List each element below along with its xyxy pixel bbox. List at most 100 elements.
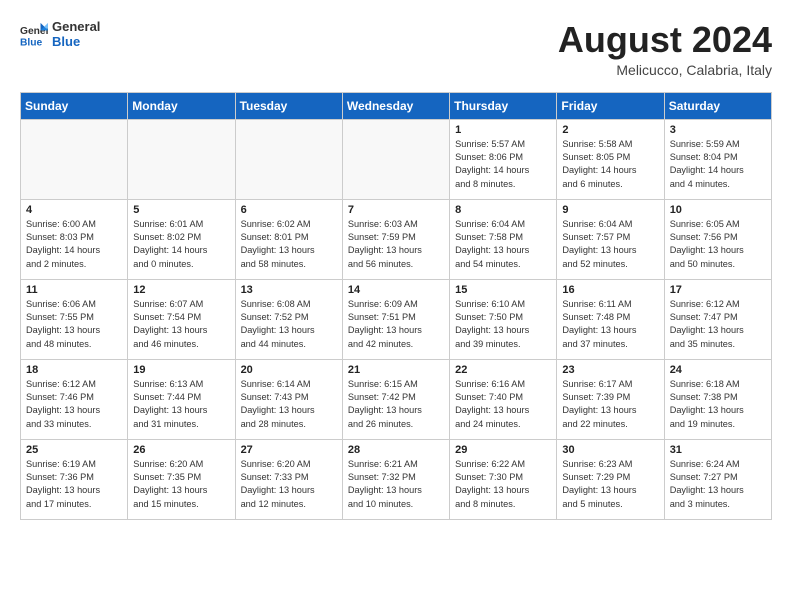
svg-text:Blue: Blue [20, 37, 43, 48]
day-info: Sunrise: 6:12 AM Sunset: 7:47 PM Dayligh… [670, 298, 766, 351]
day-info: Sunrise: 5:59 AM Sunset: 8:04 PM Dayligh… [670, 138, 766, 191]
day-info: Sunrise: 6:09 AM Sunset: 7:51 PM Dayligh… [348, 298, 444, 351]
page: General Blue General Blue August 2024 Me… [0, 0, 792, 530]
day-number: 28 [348, 444, 444, 456]
day-number: 15 [455, 284, 551, 296]
calendar-cell: 6 Sunrise: 6:02 AM Sunset: 8:01 PM Daylig… [235, 199, 342, 279]
day-info: Sunrise: 6:14 AM Sunset: 7:43 PM Dayligh… [241, 378, 337, 431]
calendar-table: SundayMondayTuesdayWednesdayThursdayFrid… [20, 92, 772, 520]
calendar-week-1: 1 Sunrise: 5:57 AM Sunset: 8:06 PM Daylig… [21, 119, 772, 199]
day-number: 2 [562, 124, 658, 136]
day-number: 22 [455, 364, 551, 376]
location: Melicucco, Calabria, Italy [558, 62, 772, 78]
calendar-cell: 20 Sunrise: 6:14 AM Sunset: 7:43 PM Dayli… [235, 359, 342, 439]
calendar-cell: 23Sunrise: 6:17 AM Sunset: 7:39 PM Dayli… [557, 359, 664, 439]
day-info: Sunrise: 6:11 AM Sunset: 7:48 PM Dayligh… [562, 298, 658, 351]
day-info: Sunrise: 6:06 AM Sunset: 7:55 PM Dayligh… [26, 298, 122, 351]
day-number: 1 [455, 124, 551, 136]
calendar-cell: 2Sunrise: 5:58 AM Sunset: 8:05 PM Daylig… [557, 119, 664, 199]
logo-general: General [52, 20, 100, 35]
day-number: 29 [455, 444, 551, 456]
calendar-cell: 15 Sunrise: 6:10 AM Sunset: 7:50 PM Dayli… [450, 279, 557, 359]
calendar-cell [342, 119, 449, 199]
calendar-cell: 28Sunrise: 6:21 AM Sunset: 7:32 PM Dayli… [342, 439, 449, 519]
day-info: Sunrise: 6:13 AM Sunset: 7:44 PM Dayligh… [133, 378, 229, 431]
calendar-header-row: SundayMondayTuesdayWednesdayThursdayFrid… [21, 92, 772, 119]
day-number: 4 [26, 204, 122, 216]
calendar-weekday-tuesday: Tuesday [235, 92, 342, 119]
calendar-cell: 10 Sunrise: 6:05 AM Sunset: 7:56 PM Dayli… [664, 199, 771, 279]
calendar-cell: 18 Sunrise: 6:12 AM Sunset: 7:46 PM Dayli… [21, 359, 128, 439]
day-info: Sunrise: 6:19 AM Sunset: 7:36 PM Dayligh… [26, 458, 122, 511]
day-info: Sunrise: 6:05 AM Sunset: 7:56 PM Dayligh… [670, 218, 766, 271]
calendar-cell [21, 119, 128, 199]
calendar-cell: 21 Sunrise: 6:15 AM Sunset: 7:42 PM Dayli… [342, 359, 449, 439]
calendar-cell: 8 Sunrise: 6:04 AM Sunset: 7:58 PM Daylig… [450, 199, 557, 279]
calendar-cell: 3 Sunrise: 5:59 AM Sunset: 8:04 PM Daylig… [664, 119, 771, 199]
calendar-weekday-friday: Friday [557, 92, 664, 119]
calendar-cell [235, 119, 342, 199]
calendar-cell: 26Sunrise: 6:20 AM Sunset: 7:35 PM Dayli… [128, 439, 235, 519]
calendar-cell: 27Sunrise: 6:20 AM Sunset: 7:33 PM Dayli… [235, 439, 342, 519]
day-number: 30 [562, 444, 658, 456]
day-number: 24 [670, 364, 766, 376]
calendar-cell: 25Sunrise: 6:19 AM Sunset: 7:36 PM Dayli… [21, 439, 128, 519]
day-number: 3 [670, 124, 766, 136]
calendar-cell: 12 Sunrise: 6:07 AM Sunset: 7:54 PM Dayli… [128, 279, 235, 359]
day-info: Sunrise: 6:12 AM Sunset: 7:46 PM Dayligh… [26, 378, 122, 431]
day-number: 13 [241, 284, 337, 296]
day-number: 8 [455, 204, 551, 216]
calendar-cell: 30 Sunrise: 6:23 AM Sunset: 7:29 PM Dayli… [557, 439, 664, 519]
title-block: August 2024 Melicucco, Calabria, Italy [558, 20, 772, 78]
day-number: 11 [26, 284, 122, 296]
calendar-cell: 31 Sunrise: 6:24 AM Sunset: 7:27 PM Dayli… [664, 439, 771, 519]
calendar-cell: 13 Sunrise: 6:08 AM Sunset: 7:52 PM Dayli… [235, 279, 342, 359]
day-info: Sunrise: 6:22 AM Sunset: 7:30 PM Dayligh… [455, 458, 551, 511]
day-info: Sunrise: 6:04 AM Sunset: 7:58 PM Dayligh… [455, 218, 551, 271]
day-number: 21 [348, 364, 444, 376]
day-number: 10 [670, 204, 766, 216]
calendar-cell: 17 Sunrise: 6:12 AM Sunset: 7:47 PM Dayli… [664, 279, 771, 359]
logo: General Blue General Blue [20, 20, 100, 50]
day-number: 5 [133, 204, 229, 216]
day-info: Sunrise: 6:02 AM Sunset: 8:01 PM Dayligh… [241, 218, 337, 271]
day-info: Sunrise: 6:10 AM Sunset: 7:50 PM Dayligh… [455, 298, 551, 351]
day-number: 19 [133, 364, 229, 376]
day-number: 12 [133, 284, 229, 296]
calendar-weekday-sunday: Sunday [21, 92, 128, 119]
calendar-cell: 5 Sunrise: 6:01 AM Sunset: 8:02 PM Daylig… [128, 199, 235, 279]
calendar-cell [128, 119, 235, 199]
header: General Blue General Blue August 2024 Me… [20, 20, 772, 78]
logo-blue: Blue [52, 35, 100, 50]
day-info: Sunrise: 6:07 AM Sunset: 7:54 PM Dayligh… [133, 298, 229, 351]
day-info: Sunrise: 6:04 AM Sunset: 7:57 PM Dayligh… [562, 218, 658, 271]
day-info: Sunrise: 6:20 AM Sunset: 7:35 PM Dayligh… [133, 458, 229, 511]
day-number: 6 [241, 204, 337, 216]
day-info: Sunrise: 6:24 AM Sunset: 7:27 PM Dayligh… [670, 458, 766, 511]
day-number: 7 [348, 204, 444, 216]
day-info: Sunrise: 6:20 AM Sunset: 7:33 PM Dayligh… [241, 458, 337, 511]
day-info: Sunrise: 5:57 AM Sunset: 8:06 PM Dayligh… [455, 138, 551, 191]
calendar-weekday-monday: Monday [128, 92, 235, 119]
day-info: Sunrise: 6:18 AM Sunset: 7:38 PM Dayligh… [670, 378, 766, 431]
day-info: Sunrise: 6:23 AM Sunset: 7:29 PM Dayligh… [562, 458, 658, 511]
calendar-cell: 11 Sunrise: 6:06 AM Sunset: 7:55 PM Dayli… [21, 279, 128, 359]
day-number: 31 [670, 444, 766, 456]
day-number: 9 [562, 204, 658, 216]
day-info: Sunrise: 6:01 AM Sunset: 8:02 PM Dayligh… [133, 218, 229, 271]
day-info: Sunrise: 6:00 AM Sunset: 8:03 PM Dayligh… [26, 218, 122, 271]
day-info: Sunrise: 6:08 AM Sunset: 7:52 PM Dayligh… [241, 298, 337, 351]
day-number: 23 [562, 364, 658, 376]
calendar-week-5: 25Sunrise: 6:19 AM Sunset: 7:36 PM Dayli… [21, 439, 772, 519]
calendar-cell: 22 Sunrise: 6:16 AM Sunset: 7:40 PM Dayli… [450, 359, 557, 439]
day-number: 20 [241, 364, 337, 376]
calendar-cell: 4 Sunrise: 6:00 AM Sunset: 8:03 PM Daylig… [21, 199, 128, 279]
day-number: 17 [670, 284, 766, 296]
calendar-week-3: 11 Sunrise: 6:06 AM Sunset: 7:55 PM Dayli… [21, 279, 772, 359]
day-number: 18 [26, 364, 122, 376]
day-info: Sunrise: 6:16 AM Sunset: 7:40 PM Dayligh… [455, 378, 551, 431]
day-number: 16 [562, 284, 658, 296]
day-info: Sunrise: 6:15 AM Sunset: 7:42 PM Dayligh… [348, 378, 444, 431]
calendar-week-2: 4 Sunrise: 6:00 AM Sunset: 8:03 PM Daylig… [21, 199, 772, 279]
calendar-cell: 16 Sunrise: 6:11 AM Sunset: 7:48 PM Dayli… [557, 279, 664, 359]
